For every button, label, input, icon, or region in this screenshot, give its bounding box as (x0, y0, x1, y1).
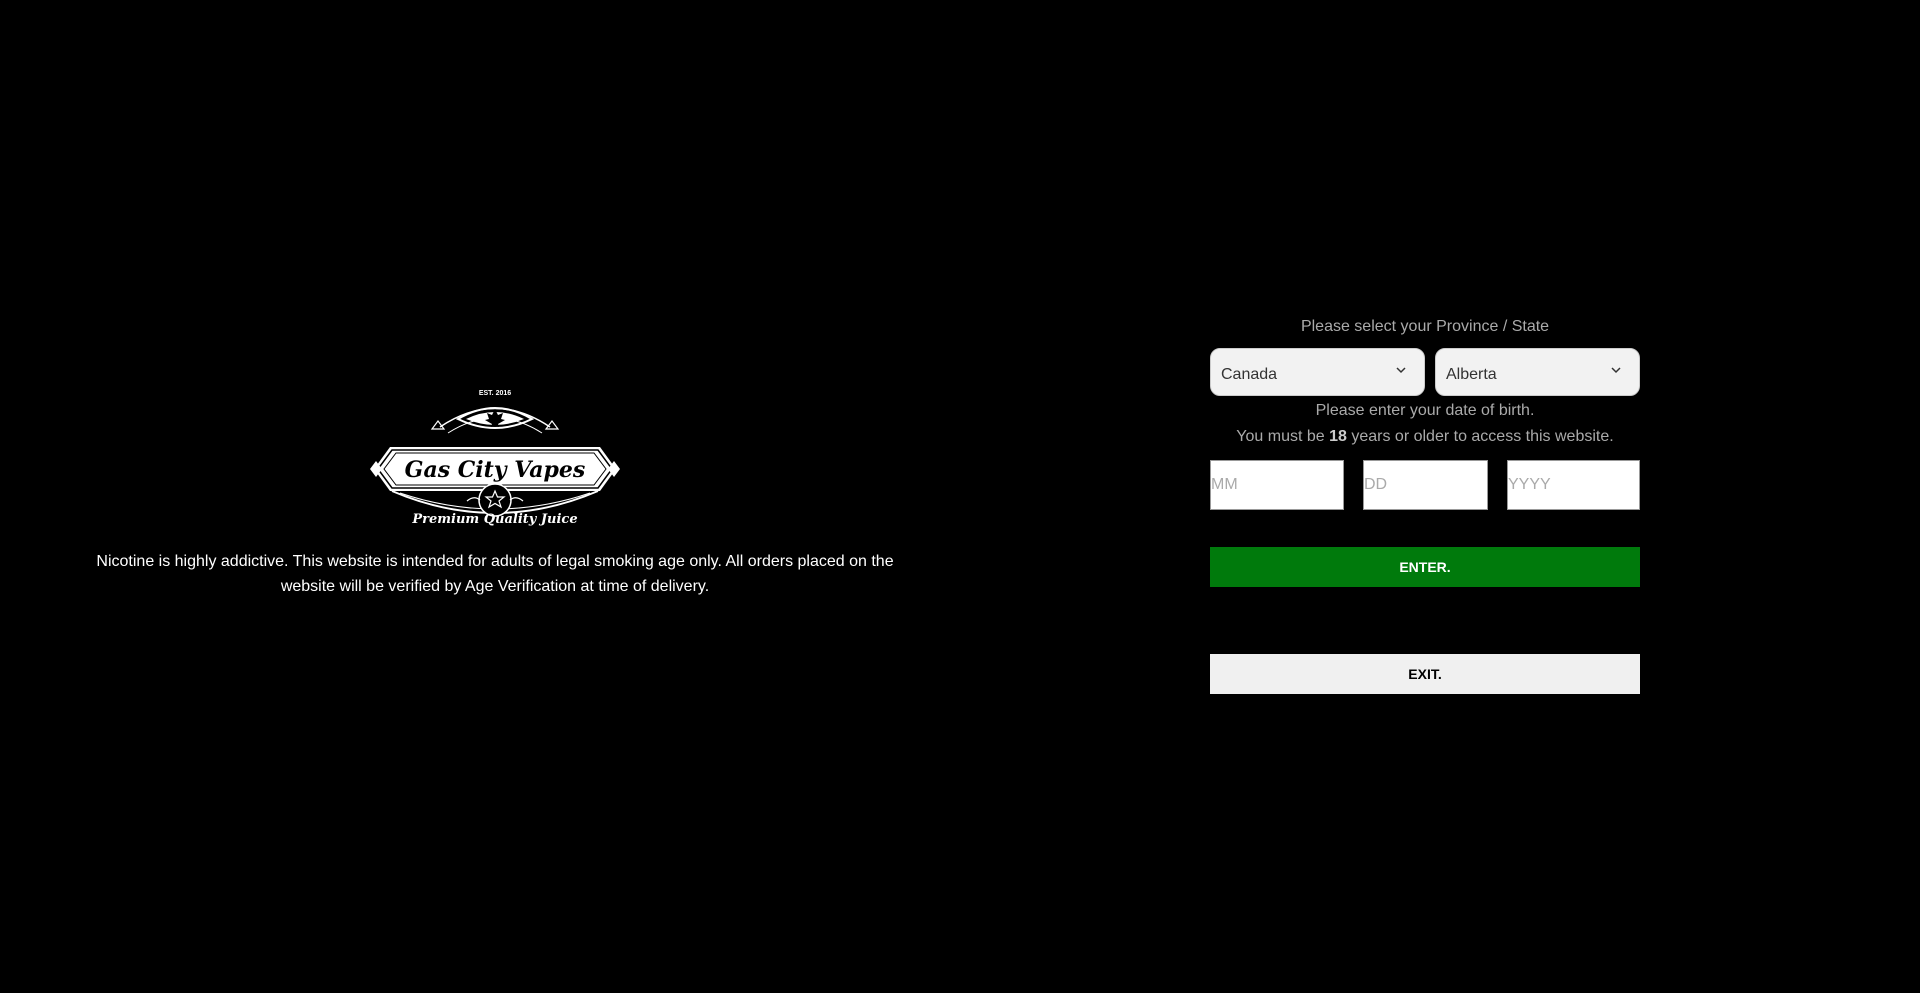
minimum-age: 18 (1329, 428, 1347, 445)
dob-day-input[interactable] (1363, 460, 1488, 510)
nicotine-disclaimer: Nicotine is highly addictive. This websi… (90, 549, 900, 599)
brand-panel: EST. 2016 Gas City Vapes Premium Quality… (90, 385, 900, 599)
province-select[interactable]: Alberta (1435, 348, 1640, 396)
dob-month-input[interactable] (1210, 460, 1344, 510)
logo-est-text: EST. 2016 (479, 390, 511, 397)
country-select[interactable]: Canada (1210, 348, 1425, 396)
age-prefix: You must be (1236, 428, 1330, 445)
disclaimer-line-1: Nicotine is highly addictive. This websi… (96, 553, 894, 570)
chevron-down-icon (1611, 367, 1621, 374)
logo-tagline: Premium Quality Juice (411, 512, 577, 527)
province-selected-value: Alberta (1446, 366, 1497, 383)
age-requirement: You must be 18 years or older to access … (1210, 426, 1640, 448)
age-suffix: years or older to access this website. (1346, 428, 1614, 445)
age-gate-form: Please select your Province / State Cana… (1210, 316, 1640, 694)
enter-button[interactable]: ENTER. (1210, 547, 1640, 587)
age-verification-page: EST. 2016 Gas City Vapes Premium Quality… (0, 0, 1920, 993)
dob-year-input[interactable] (1507, 460, 1640, 510)
disclaimer-line-2: website will be verified by Age Verifica… (280, 578, 710, 595)
logo-brand-name: Gas City Vapes (405, 457, 586, 483)
country-selected-value: Canada (1221, 366, 1278, 383)
dob-prompt: Please enter your date of birth. (1315, 402, 1535, 419)
gas-city-vapes-logo: EST. 2016 Gas City Vapes Premium Quality… (370, 390, 620, 527)
location-selects: Canada Alberta (1210, 348, 1640, 396)
dob-fields (1210, 460, 1640, 510)
exit-button[interactable]: EXIT. (1210, 654, 1640, 694)
province-prompt: Please select your Province / State (1300, 318, 1550, 335)
chevron-down-icon (1396, 367, 1406, 374)
